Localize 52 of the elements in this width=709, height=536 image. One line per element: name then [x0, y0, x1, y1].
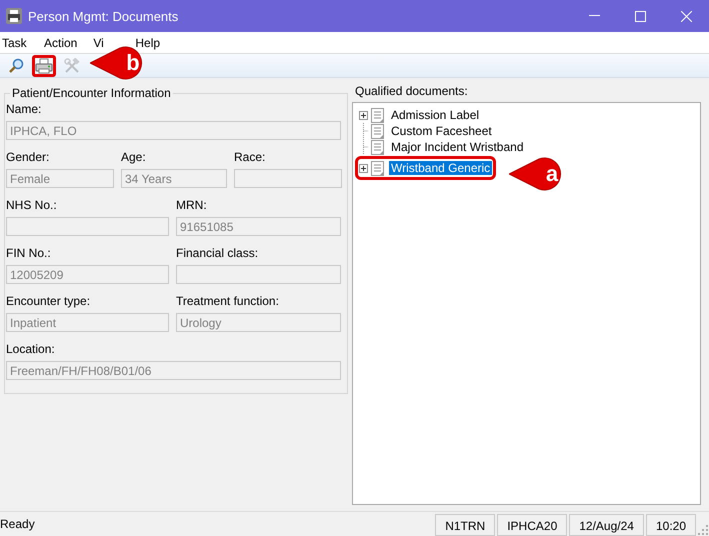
input-field[interactable]: 12005209 — [6, 265, 169, 284]
field-label: Financial class: — [176, 246, 260, 260]
field-label: Treatment function: — [176, 294, 280, 308]
resize-grip-icon[interactable] — [697, 524, 709, 536]
document-icon — [371, 160, 385, 176]
field-label: Name: — [6, 102, 42, 116]
close-icon — [680, 10, 692, 22]
expand-icon[interactable] — [359, 110, 368, 120]
field-label: NHS No.: — [6, 198, 58, 212]
input-field[interactable]: Female — [6, 169, 114, 188]
field-label: Location: — [6, 342, 56, 356]
field-label: Encounter type: — [6, 294, 92, 308]
field-label: Gender: — [6, 150, 50, 164]
status-message: Ready — [0, 516, 36, 533]
status-panel: 10:20 — [646, 514, 696, 536]
input-field[interactable]: IPHCA, FLO — [6, 121, 341, 140]
field-label: Age: — [121, 150, 147, 164]
field-label: Race: — [234, 150, 266, 164]
input-field[interactable] — [176, 265, 341, 284]
expand-icon[interactable] — [359, 164, 368, 172]
tree-item[interactable]: Major Incident Wristband — [389, 140, 526, 154]
hammer-wrench-icon — [64, 58, 80, 74]
input-field[interactable] — [6, 217, 169, 236]
input-field[interactable]: 34 Years — [121, 169, 227, 188]
status-panel: IPHCA20 — [497, 514, 568, 536]
maximize-icon — [634, 10, 646, 22]
field-label: MRN: — [176, 198, 208, 212]
menu-item[interactable]: Action — [42, 36, 78, 50]
status-panel: 12/Aug/24 — [569, 514, 644, 536]
input-field[interactable] — [234, 169, 342, 188]
field-label: FIN No.: — [6, 246, 52, 260]
menu-item[interactable]: Vi — [91, 36, 120, 50]
input-field[interactable]: Urology — [176, 313, 341, 332]
document-icon — [371, 140, 385, 154]
list-label: Qualified documents: — [355, 84, 469, 98]
input-field[interactable]: Freeman/FH/FH08/B01/06 — [6, 361, 341, 380]
document-icon — [371, 124, 385, 138]
tree-item[interactable]: Custom Facesheet — [389, 124, 494, 138]
input-field[interactable]: 91651085 — [176, 217, 341, 236]
printer-icon — [6, 8, 22, 24]
minimize-icon — [588, 15, 600, 17]
printer-icon — [35, 58, 53, 74]
window-title: Person Mgmt: Documents — [28, 8, 180, 24]
tree-item[interactable]: Admission Label — [389, 108, 482, 122]
status-panel: N1TRN — [435, 514, 496, 536]
search-icon — [8, 58, 24, 74]
input-field[interactable]: Inpatient — [6, 313, 169, 332]
menu-item[interactable]: Help — [133, 36, 162, 50]
menu-item[interactable]: Task — [0, 36, 28, 50]
group-title: Patient/Encounter Information — [11, 86, 172, 100]
tree-item[interactable]: Wristband Generic — [389, 161, 492, 175]
document-icon — [371, 108, 385, 122]
